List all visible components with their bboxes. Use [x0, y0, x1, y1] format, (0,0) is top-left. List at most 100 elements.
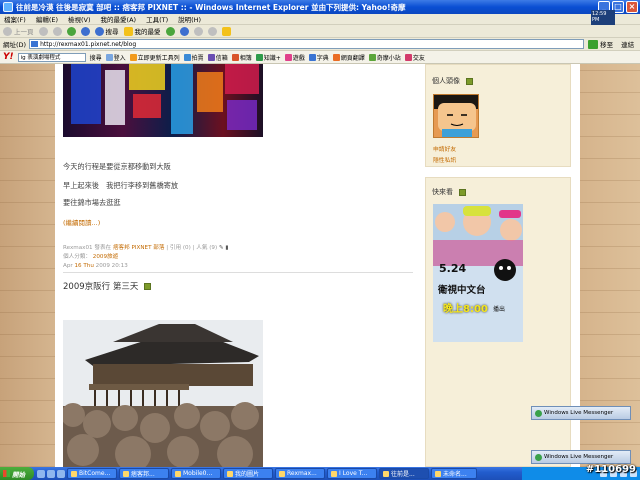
- post-category-line: 個人分類： 2009旅遊: [63, 252, 118, 260]
- quick-launch-desktop-icon[interactable]: [47, 469, 55, 478]
- bitcomet-icon: [71, 470, 77, 477]
- task-rexmax[interactable]: Rexmax...: [275, 468, 325, 479]
- yahoo-site-label: 奇摩小站: [376, 54, 401, 62]
- start-button[interactable]: 開始: [0, 467, 34, 480]
- read-more-link[interactable]: (繼續閱讀...): [63, 217, 100, 227]
- answers-icon: [255, 53, 263, 61]
- ad-date: 5.24: [439, 262, 467, 275]
- paint-icon: [435, 470, 441, 477]
- refresh-button[interactable]: [66, 26, 76, 36]
- quick-launch-ie-icon[interactable]: [37, 469, 45, 478]
- site-icon: [368, 53, 376, 61]
- avatar[interactable]: [433, 94, 479, 138]
- edit-button[interactable]: [207, 26, 217, 36]
- task-untitled[interactable]: 未命名...: [431, 468, 477, 479]
- yahoo-games-button[interactable]: 遊戲: [284, 53, 305, 62]
- post-title-link[interactable]: 2009京阪行 第三天: [63, 280, 138, 292]
- yahoo-search-button[interactable]: 搜尋: [90, 53, 102, 62]
- messenger-icon: [221, 26, 231, 36]
- search-button[interactable]: 搜尋: [94, 26, 119, 36]
- back-button[interactable]: 上一頁: [3, 26, 34, 36]
- print-icon: [193, 26, 203, 36]
- task-current-blog-label: 往前是...: [391, 471, 415, 478]
- menu-view[interactable]: 檢視(V): [68, 14, 91, 24]
- forward-arrow-icon: [38, 26, 48, 36]
- window-title: 往前是冷漠 往後是寂寞 部吧 :: 痞客邦 PIXNET :: - Window…: [16, 2, 406, 12]
- post-title: 2009京阪行 第三天: [63, 280, 152, 292]
- yahoo-dictionary-label: 字典: [316, 54, 329, 62]
- task-mobile-label: Mobile0...: [183, 470, 213, 477]
- trash-icon[interactable]: ▮: [225, 245, 228, 251]
- start-label: 開始: [12, 470, 25, 479]
- tv-ad-banner[interactable]: 5.24 衛視中文台 晚上8:00 播出: [433, 204, 523, 342]
- mail-button[interactable]: [179, 26, 189, 36]
- history-button[interactable]: [165, 26, 175, 36]
- yahoo-dating-label: 交友: [412, 54, 425, 62]
- menu-bar: 檔案(F) 編輯(E) 檢視(V) 我的最愛(A) 工具(T) 說明(H): [0, 14, 640, 25]
- yahoo-answers-button[interactable]: 知識+: [255, 53, 281, 62]
- temple-illustration: [63, 320, 263, 467]
- translate-icon: [332, 53, 340, 61]
- messenger-popup-1[interactable]: Windows Live Messenger: [531, 406, 631, 420]
- yahoo-mail-button[interactable]: 信箱: [207, 53, 228, 62]
- go-button[interactable]: 移至: [588, 39, 613, 49]
- close-button[interactable]: ×: [626, 1, 638, 13]
- menu-tools[interactable]: 工具(T): [146, 14, 168, 24]
- ad-title-label: 快來看: [432, 188, 453, 196]
- yahoo-auction-button[interactable]: 拍賣: [183, 53, 204, 62]
- yahoo-site-button[interactable]: 奇摩小站: [368, 53, 401, 62]
- favorites-label: 我的最愛: [134, 28, 161, 36]
- search-icon: [94, 26, 104, 36]
- forward-button[interactable]: [38, 26, 48, 36]
- address-bar: 網址(D) http://rexmax01.pixnet.net/blog 移至…: [0, 38, 640, 51]
- meta-source-link[interactable]: 痞客邦 PIXNET 部落: [113, 245, 165, 251]
- menu-favorites[interactable]: 我的最愛(A): [101, 14, 137, 24]
- task-my-pictures[interactable]: 我的圖片: [223, 468, 273, 479]
- favorites-button[interactable]: 我的最愛: [123, 26, 161, 36]
- yahoo-dating-button[interactable]: 交友: [404, 53, 425, 62]
- mail-icon: [179, 26, 189, 36]
- menu-edit[interactable]: 編輯(E): [36, 14, 58, 24]
- menu-help[interactable]: 說明(H): [178, 14, 201, 24]
- games-icon: [284, 53, 292, 61]
- menu-file[interactable]: 檔案(F): [4, 14, 26, 24]
- kiyomizu-temple-photo[interactable]: [63, 320, 263, 467]
- edit-icon[interactable]: ✎: [219, 245, 224, 251]
- private-message-link[interactable]: 隱性私訊: [433, 155, 456, 164]
- folder-icon: [175, 470, 181, 477]
- yahoo-update-button[interactable]: 立即更新工具列: [129, 53, 180, 62]
- ad-airing: 播出: [493, 306, 506, 313]
- messenger-button[interactable]: [221, 26, 231, 36]
- ie-logo-icon: [3, 2, 13, 12]
- address-input[interactable]: http://rexmax01.pixnet.net/blog: [29, 39, 585, 49]
- blog-content: 今天的行程是要從京都移動到大阪 早上起來後 我把行李移到舊橋寄放 要往錦市場去逛…: [55, 64, 580, 467]
- yahoo-photos-button[interactable]: 相簿: [231, 53, 252, 62]
- links-button[interactable]: 連結: [621, 39, 634, 49]
- quick-launch-media-icon[interactable]: [57, 469, 65, 478]
- yahoo-dictionary-button[interactable]: 字典: [308, 53, 329, 62]
- messenger-popup-2[interactable]: Windows Live Messenger: [531, 450, 631, 464]
- task-mobile[interactable]: Mobile0...: [171, 468, 221, 479]
- task-bitcomet[interactable]: BitCome...: [67, 468, 117, 479]
- dating-icon: [404, 53, 412, 61]
- login-icon: [105, 53, 113, 61]
- date-link[interactable]: 16 Thu: [74, 263, 93, 269]
- yahoo-photos-label: 相簿: [239, 54, 252, 62]
- task-pixnet[interactable]: 痞客邦...: [119, 468, 169, 479]
- category-link[interactable]: 2009旅遊: [93, 254, 118, 260]
- print-button[interactable]: [193, 26, 203, 36]
- back-arrow-icon: [3, 26, 12, 36]
- stop-button[interactable]: [52, 26, 62, 36]
- go-arrow-icon: [588, 39, 599, 49]
- home-button[interactable]: [80, 26, 90, 36]
- task-current-blog[interactable]: 往前是...: [379, 468, 429, 479]
- yahoo-login-button[interactable]: 登入: [105, 53, 126, 62]
- date-year-time: 2009 20:13: [95, 263, 128, 269]
- yahoo-search-input[interactable]: ig 表演劇場程式: [17, 52, 86, 62]
- add-friend-link[interactable]: 申請好友: [433, 144, 456, 153]
- task-i-love[interactable]: I Love T...: [327, 468, 377, 479]
- osaka-neon-photo[interactable]: [63, 64, 263, 137]
- yahoo-translate-button[interactable]: 網頁翻譯: [332, 53, 365, 62]
- ie-icon: [331, 470, 337, 477]
- yahoo-logo-icon[interactable]: Y!: [3, 52, 14, 62]
